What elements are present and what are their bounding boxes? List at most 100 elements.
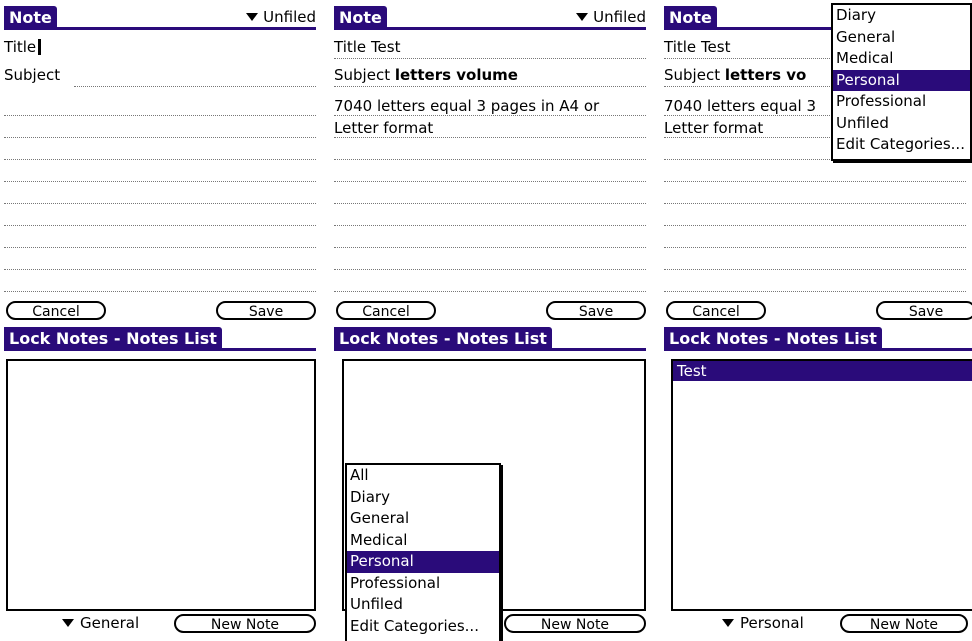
body-line xyxy=(334,291,646,292)
list-title-tab: Lock Notes - Notes List xyxy=(334,327,552,348)
category-option-general[interactable]: General xyxy=(347,508,499,530)
body-line xyxy=(4,203,316,204)
body-line xyxy=(4,291,316,292)
body-line xyxy=(4,115,316,116)
category-label: Unfiled xyxy=(593,8,646,26)
title-field[interactable]: Title xyxy=(4,38,42,56)
note-header: Note Unfiled xyxy=(334,6,646,30)
triangle-down-icon xyxy=(62,619,74,627)
category-label: General xyxy=(80,614,140,632)
list-title-tab: Lock Notes - Notes List xyxy=(664,327,882,348)
note-edit-screen-1: Note Unfiled Title Subject Cancel Save xyxy=(0,0,322,320)
cancel-button[interactable]: Cancel xyxy=(6,301,106,320)
category-label: Unfiled xyxy=(263,8,316,26)
body-line xyxy=(664,247,966,248)
note-edit-screen-2: Note Unfiled Title Test Subject letters … xyxy=(330,0,652,320)
category-option-diary[interactable]: Diary xyxy=(833,5,970,27)
body-line xyxy=(334,181,646,182)
body-text-line: Letter format xyxy=(334,119,434,137)
subject-field[interactable]: Subject letters volume xyxy=(334,66,518,84)
category-option-professional[interactable]: Professional xyxy=(833,91,970,113)
category-trigger[interactable]: Personal xyxy=(722,613,804,633)
body-line xyxy=(664,291,966,292)
note-header: Note Unfiled xyxy=(4,6,316,30)
category-trigger[interactable]: Unfiled xyxy=(246,6,316,28)
body-line xyxy=(334,269,646,270)
category-option-general[interactable]: General xyxy=(833,27,970,49)
body-line xyxy=(664,225,966,226)
body-line xyxy=(664,269,966,270)
notes-list-screen-2: Lock Notes - Notes List New Note All Dia… xyxy=(330,321,652,641)
body-text-line: Letter format xyxy=(664,119,764,137)
category-option-professional[interactable]: Professional xyxy=(347,573,499,595)
subject-label: Subject xyxy=(334,66,391,84)
title-value: Test xyxy=(700,38,731,56)
note-edit-screen-3: Note Title Test Subject letters vo 7040 … xyxy=(660,0,972,320)
save-button[interactable]: Save xyxy=(216,301,316,320)
category-trigger[interactable]: General xyxy=(62,613,139,633)
new-note-button[interactable]: New Note xyxy=(840,614,968,633)
list-header: Lock Notes - Notes List xyxy=(334,327,646,351)
body-text-line: 7040 letters equal 3 pages in A4 or xyxy=(334,97,600,115)
body-line xyxy=(334,225,646,226)
list-header: Lock Notes - Notes List xyxy=(4,327,316,351)
subject-field[interactable]: Subject xyxy=(4,66,60,84)
body-line xyxy=(4,181,316,182)
subject-underline xyxy=(334,86,646,87)
triangle-down-icon xyxy=(246,13,259,21)
body-line xyxy=(334,159,646,160)
body-line xyxy=(334,115,646,116)
triangle-down-icon xyxy=(722,619,734,627)
title-label: Title xyxy=(664,38,697,56)
title-field[interactable]: Title Test xyxy=(334,38,400,56)
title-underline xyxy=(334,58,646,59)
notes-list-screen-3: Lock Notes - Notes List Test Personal Ne… xyxy=(660,321,972,641)
body-line xyxy=(334,137,646,138)
cancel-button[interactable]: Cancel xyxy=(336,301,436,320)
category-option-personal[interactable]: Personal xyxy=(347,551,499,573)
notes-list[interactable]: Test xyxy=(671,359,972,611)
body-line xyxy=(664,181,966,182)
category-option-edit-categories[interactable]: Edit Categories... xyxy=(833,134,970,156)
body-line xyxy=(4,247,316,248)
category-popup: All Diary General Medical Personal Profe… xyxy=(345,463,501,641)
subject-underline xyxy=(74,86,316,87)
body-line xyxy=(4,159,316,160)
subject-field[interactable]: Subject letters vo xyxy=(664,66,806,84)
subject-label: Subject xyxy=(4,66,61,84)
category-trigger[interactable]: Unfiled xyxy=(576,6,646,28)
title-label: Title xyxy=(4,38,37,56)
body-line xyxy=(334,247,646,248)
body-text-line: 7040 letters equal 3 xyxy=(664,97,817,115)
new-note-button[interactable]: New Note xyxy=(504,614,646,633)
text-cursor xyxy=(38,39,42,55)
category-option-personal[interactable]: Personal xyxy=(833,69,970,91)
subject-label: Subject xyxy=(664,66,721,84)
category-option-medical[interactable]: Medical xyxy=(833,48,970,70)
list-title-tab: Lock Notes - Notes List xyxy=(4,327,222,348)
note-tab: Note xyxy=(4,6,57,27)
triangle-down-icon xyxy=(576,13,589,21)
header-rule xyxy=(334,348,646,351)
category-option-unfiled[interactable]: Unfiled xyxy=(833,113,970,135)
save-button[interactable]: Save xyxy=(546,301,646,320)
list-header: Lock Notes - Notes List xyxy=(664,327,972,351)
new-note-button[interactable]: New Note xyxy=(174,614,316,633)
body-line xyxy=(4,137,316,138)
list-item[interactable]: Test xyxy=(673,361,972,381)
category-option-unfiled[interactable]: Unfiled xyxy=(347,594,499,616)
category-option-diary[interactable]: Diary xyxy=(347,487,499,509)
subject-value: letters vo xyxy=(724,66,807,84)
title-field[interactable]: Title Test xyxy=(664,38,730,56)
save-button[interactable]: Save xyxy=(876,301,972,320)
header-rule xyxy=(4,348,316,351)
notes-list[interactable] xyxy=(6,359,316,611)
category-option-all[interactable]: All xyxy=(347,465,499,487)
note-tab: Note xyxy=(664,6,717,27)
cancel-button[interactable]: Cancel xyxy=(666,301,766,320)
category-option-medical[interactable]: Medical xyxy=(347,530,499,552)
note-tab: Note xyxy=(334,6,387,27)
body-line xyxy=(4,225,316,226)
body-line xyxy=(664,203,966,204)
category-option-edit-categories[interactable]: Edit Categories... xyxy=(347,616,499,638)
